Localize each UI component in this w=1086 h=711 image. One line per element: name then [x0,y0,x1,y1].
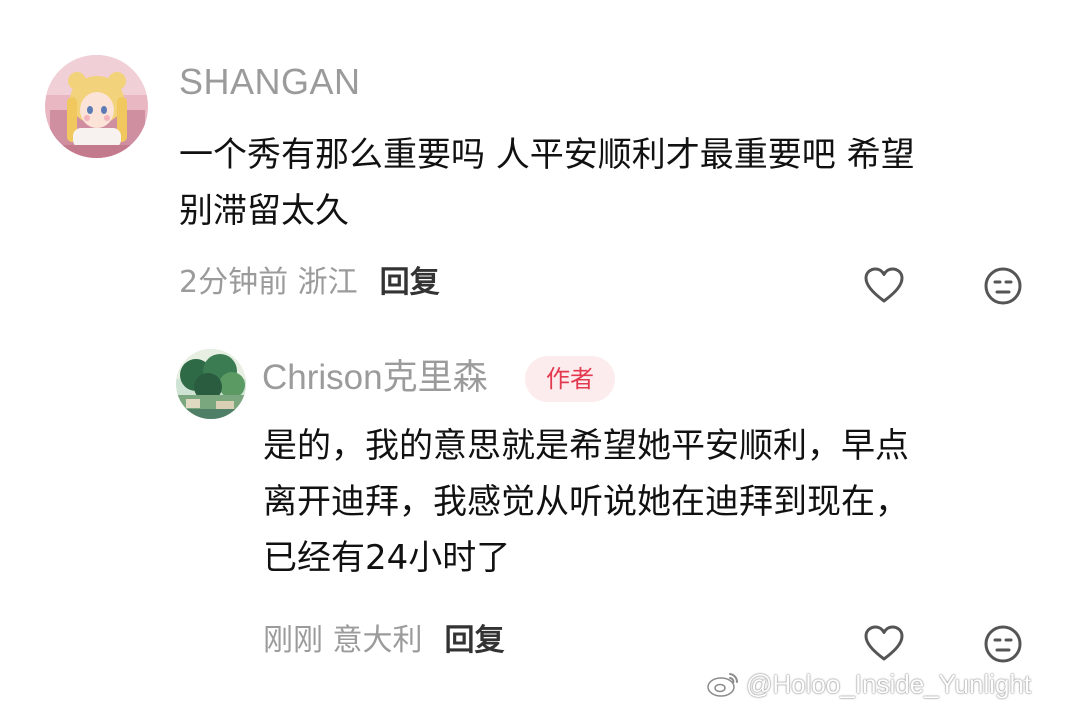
author-badge: 作者 [525,356,615,402]
heart-icon[interactable] [863,623,905,665]
forest-landscape-avatar-icon [176,349,246,419]
anime-girl-avatar-icon [45,55,148,158]
time-location: 刚刚 意大利 [263,623,423,658]
comment-body: 是的，我的意思就是希望她平安顺利，早点 离开迪拜，我感觉从听说她在迪拜到现在， … [263,418,909,586]
neutral-face-icon[interactable] [982,623,1024,665]
comment-line: 一个秀有那么重要吗 人平安顺利才最重要吧 希望 [179,135,915,175]
comment-meta: 2分钟前 浙江 回复 [179,268,440,298]
time-location: 2分钟前 浙江 [179,265,358,300]
comment-line: 别滞留太久 [179,191,349,231]
comment-body: 一个秀有那么重要吗 人平安顺利才最重要吧 希望 别滞留太久 [179,127,915,239]
user-avatar-chrison[interactable] [176,349,246,419]
username[interactable]: Chrison克里森 [262,360,488,395]
comment-line: 是的，我的意思就是希望她平安顺利，早点 [263,426,909,466]
neutral-face-icon[interactable] [982,265,1024,307]
username[interactable]: SHANGAN [179,64,361,100]
comment-thread: SHANGAN 一个秀有那么重要吗 人平安顺利才最重要吧 希望 别滞留太久 2分… [0,0,1086,711]
reply-button[interactable]: 回复 [445,623,505,658]
heart-icon[interactable] [863,265,905,307]
comment-line: 已经有24小时了 [263,538,511,578]
weibo-logo-icon [707,673,739,697]
reply-button[interactable]: 回复 [380,265,440,300]
watermark-text: @Holoo_Inside_Yunlight [746,668,1032,699]
comment-meta: 刚刚 意大利 回复 [263,626,505,656]
comment-line: 离开迪拜，我感觉从听说她在迪拜到现在， [263,482,909,522]
watermark: @Holoo_Inside_Yunlight [706,666,1031,702]
user-avatar-shangan[interactable] [45,55,148,158]
